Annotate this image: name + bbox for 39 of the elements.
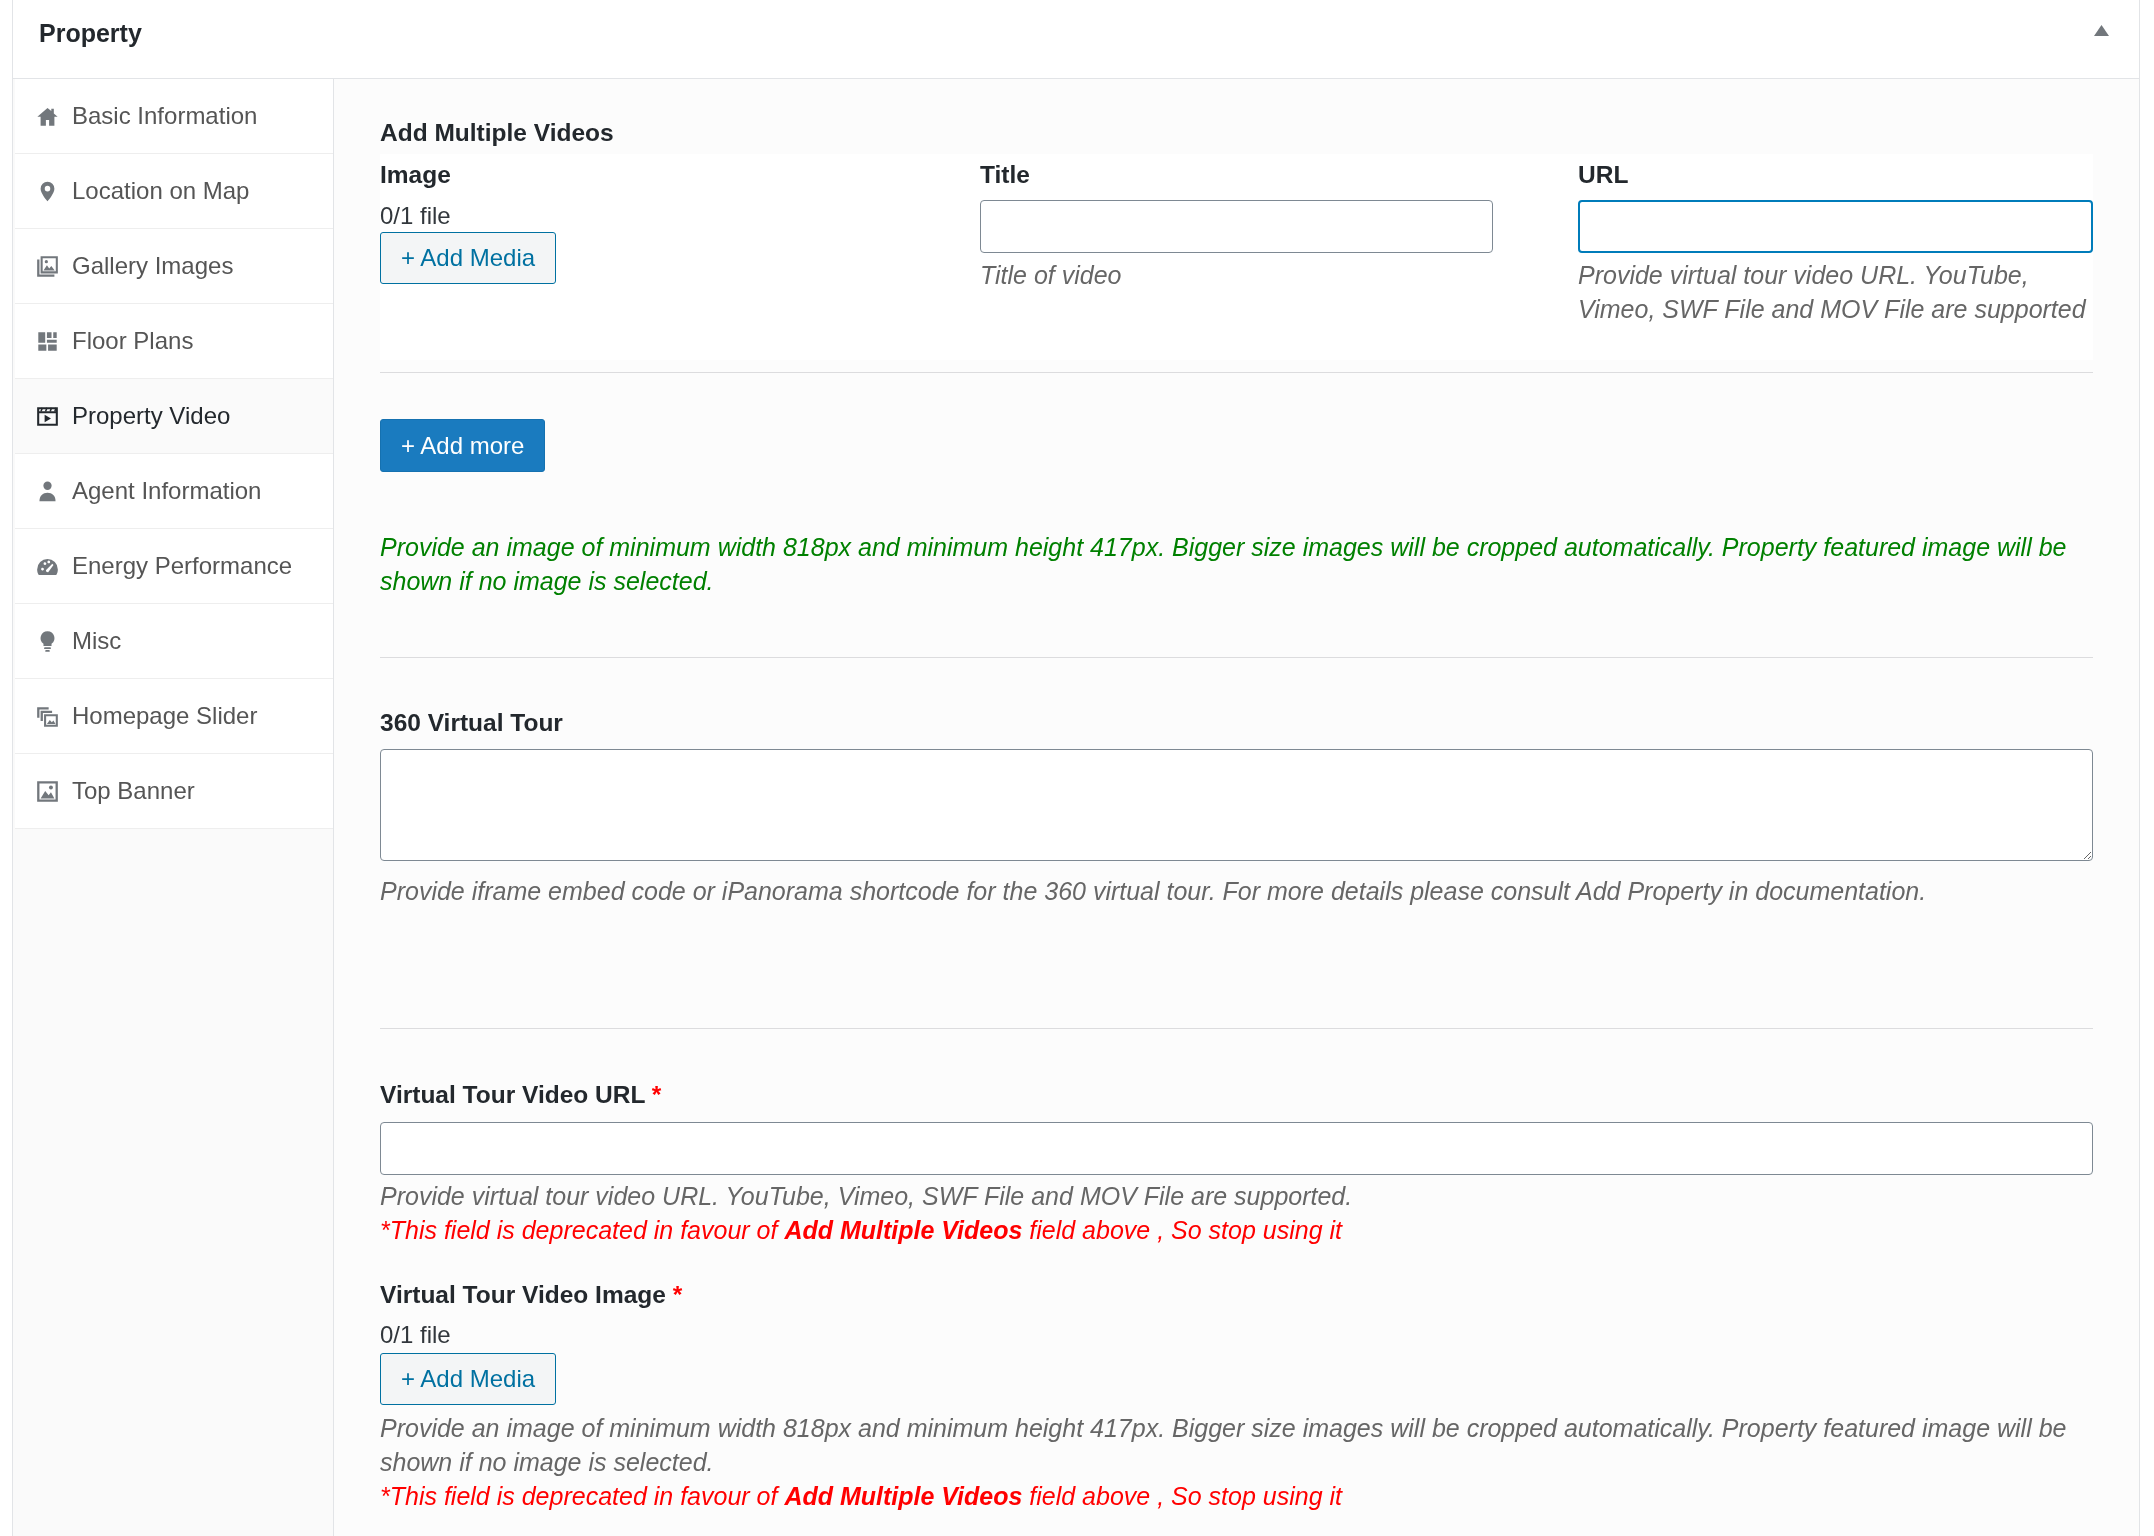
title-input[interactable] [980,200,1493,253]
help-text: Title of video [980,260,1123,291]
sidebar-tab[interactable]: Gallery Images [15,229,333,304]
column-label: Title [980,160,1031,190]
help-text: Provide an image of minimum width 818px and minimum height 417px. Bigger size images will be cropped automatically. Property featured image will be shown if no image is selected. [380,1413,2068,1478]
image-icon [36,779,59,803]
help-text: Provide iframe embed code or iPanorama shortcode for the 360 virtual tour. For more details please consult Add Property in documentation. [380,876,1928,907]
sidebar-tab[interactable]: Energy Performance [15,529,333,604]
video-url-input[interactable] [380,1122,2093,1175]
column-label: URL [1578,160,1630,190]
sidebar-tab[interactable]: Location on Map [15,154,333,229]
field-label: Virtual Tour Video Image * [380,1280,684,1310]
column-label: Image [380,160,452,190]
deprecation-warning: *This field is deprecated in favour of Add Multiple Videos field above , So stop using it [380,1481,1344,1512]
panel-title: Property [39,18,142,48]
help-text: Provide virtual tour video URL. YouTube, Vimeo, SWF File and MOV File are supported. [380,1181,1354,1212]
add-media-button[interactable]: + Add Media [380,1353,557,1405]
url-input[interactable] [1578,200,2093,253]
floor-plan-icon [36,329,59,353]
deprecation-warning: *This field is deprecated in favour of Add Multiple Videos field above , So stop using it [380,1215,1344,1246]
sidebar-tab[interactable]: Basic Information [15,79,333,154]
video-icon [36,404,59,428]
field-label: 360 Virtual Tour [380,708,564,738]
add-more-button[interactable]: + Add more [380,419,546,472]
sidebar-tab[interactable]: Misc [15,604,333,679]
images-stack-icon [36,704,59,728]
images-icon [36,254,59,278]
add-media-button[interactable]: + Add Media [380,232,557,284]
sidebar-tab[interactable]: Top Banner [15,754,333,829]
image-size-note: Provide an image of minimum width 818px and minimum height 417px. Bigger size images will be cropped automatically. Property featured image will be shown if no image is selected. [380,532,2068,597]
sidebar-tab[interactable]: Homepage Slider [15,679,333,754]
sidebar-tab[interactable]: Floor Plans [15,304,333,379]
collapse-caret-icon[interactable] [2094,25,2109,36]
file-count: 0/1 file [380,1320,452,1350]
field-label: Virtual Tour Video URL * [380,1080,663,1110]
sidebar-tab[interactable]: Agent Information [15,454,333,529]
section-title: Add Multiple Videos [380,118,615,148]
file-count: 0/1 file [380,201,452,231]
help-text: Provide virtual tour video URL. YouTube, Vimeo, SWF File and MOV File are supported [1578,260,2088,325]
